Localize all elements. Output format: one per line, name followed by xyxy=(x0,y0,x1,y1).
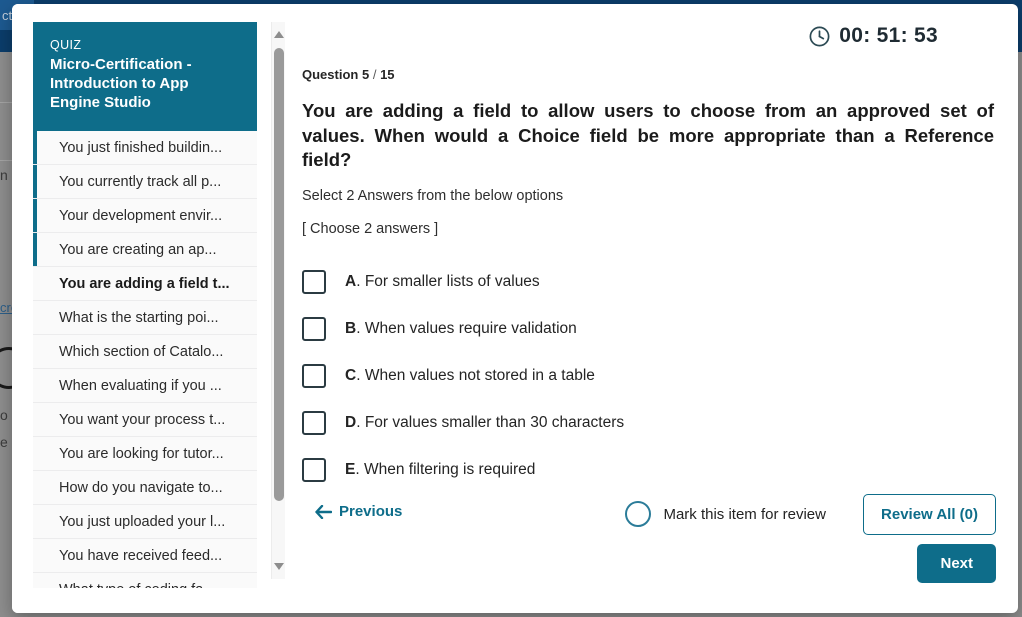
next-button[interactable]: Next xyxy=(917,544,996,583)
question-list-item[interactable]: You currently track all p... xyxy=(33,164,257,199)
question-counter-current: 5 xyxy=(361,67,370,82)
answer-option-label: E. When filtering is required xyxy=(345,461,536,479)
question-counter: Question 5 / 15 xyxy=(302,67,996,82)
question-list-item[interactable]: You are adding a field t... xyxy=(33,266,257,301)
quiz-sidebar: QUIZ Micro-Certification - Introduction … xyxy=(12,4,285,613)
question-list-item[interactable]: Your development envir... xyxy=(33,198,257,233)
answer-checkbox[interactable] xyxy=(302,458,326,483)
mark-for-review-group[interactable]: Mark this item for review xyxy=(625,501,826,527)
question-list-item[interactable]: You just uploaded your l... xyxy=(33,504,257,539)
answer-option-letter: E xyxy=(345,461,356,479)
select-instruction: Select 2 Answers from the below options xyxy=(302,187,564,204)
question-list-item[interactable]: What is the starting poi... xyxy=(33,300,257,335)
answer-option[interactable]: C. When values not stored in a table xyxy=(302,353,996,400)
answer-option-letter: C xyxy=(345,367,357,385)
question-list-item[interactable]: You are creating an ap... xyxy=(33,232,257,267)
question-list-item[interactable]: What type of coding fa xyxy=(33,572,257,588)
previous-button-label: Previous xyxy=(339,503,403,520)
question-list-item[interactable]: You just finished buildin... xyxy=(33,130,257,165)
answer-checkbox[interactable] xyxy=(302,317,326,342)
answer-option-label: A. For smaller lists of values xyxy=(345,273,540,291)
question-list-item[interactable]: You have received feed... xyxy=(33,538,257,573)
answer-option-label: C. When values not stored in a table xyxy=(345,367,595,385)
answer-option[interactable]: A. For smaller lists of values xyxy=(302,259,996,306)
question-text: You are adding a field to allow users to… xyxy=(302,100,994,171)
answer-options: A. For smaller lists of values B. When va… xyxy=(302,259,996,494)
quiz-content: 00: 51: 53 Question 5 / 15 You are addin… xyxy=(277,4,1018,613)
answer-checkbox[interactable] xyxy=(302,411,326,436)
quiz-modal: QUIZ Micro-Certification - Introduction … xyxy=(12,4,1018,613)
answer-option-text: When filtering is required xyxy=(363,461,536,479)
background-text-fragment: n xyxy=(0,167,8,183)
question-list-item[interactable]: You are looking for tutor... xyxy=(33,436,257,471)
mark-for-review-radio[interactable] xyxy=(625,501,652,527)
answer-option[interactable]: B. When values require validation xyxy=(302,306,996,353)
arrow-left-icon xyxy=(315,504,332,519)
answer-option-text: When values require validation xyxy=(364,320,577,338)
answer-checkbox[interactable] xyxy=(302,364,326,389)
quiz-title: Micro-Certification - Introduction to Ap… xyxy=(50,56,192,112)
previous-button[interactable]: Previous xyxy=(315,503,402,520)
question-list-item[interactable]: You want your process t... xyxy=(33,402,257,437)
answer-checkbox[interactable] xyxy=(302,270,326,295)
question-counter-prefix: Question xyxy=(302,67,359,82)
quiz-kicker-label: QUIZ xyxy=(50,38,82,52)
answer-option[interactable]: E. When filtering is required xyxy=(302,447,996,494)
review-all-button[interactable]: Review All (0) xyxy=(863,494,996,535)
answer-option-letter: B xyxy=(345,320,357,338)
answer-option-letter: A xyxy=(345,273,357,291)
timer: 00: 51: 53 xyxy=(302,18,996,54)
question-list-item[interactable]: Which section of Catalo... xyxy=(33,334,257,369)
clock-icon xyxy=(809,26,830,46)
choose-instruction: [ Choose 2 answers ] xyxy=(302,220,439,237)
answer-option-label: B. When values require validation xyxy=(345,320,577,338)
answer-option-text: For values smaller than 30 characters xyxy=(364,414,625,432)
question-list[interactable]: You just finished buildin... You currentl… xyxy=(33,130,257,588)
question-list-item[interactable]: When evaluating if you ... xyxy=(33,368,257,403)
background-text-fragment: o xyxy=(0,407,8,423)
question-counter-separator: / xyxy=(372,67,377,82)
answer-option[interactable]: D. For values smaller than 30 characters xyxy=(302,400,996,447)
question-list-item[interactable]: How do you navigate to... xyxy=(33,470,257,505)
quiz-header-card: QUIZ Micro-Certification - Introduction … xyxy=(33,22,257,131)
answer-option-text: For smaller lists of values xyxy=(364,273,540,291)
answer-option-text: When values not stored in a table xyxy=(364,367,595,385)
mark-for-review-label: Mark this item for review xyxy=(663,505,826,523)
answer-option-label: D. For values smaller than 30 characters xyxy=(345,414,625,432)
timer-value: 00: 51: 53 xyxy=(839,24,938,47)
answer-option-letter: D xyxy=(345,414,357,432)
background-nav-text: ct xyxy=(2,8,13,23)
question-counter-total: 15 xyxy=(380,67,395,82)
quiz-footer: Previous Mark this item for review Revie… xyxy=(302,490,996,590)
